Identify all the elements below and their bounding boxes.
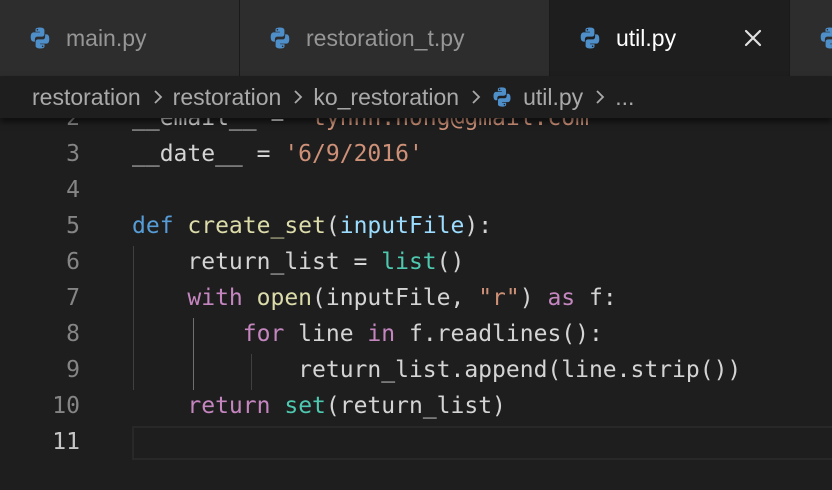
code-line[interactable]: 7 with open(inputFile, "r") as f: bbox=[0, 280, 832, 316]
breadcrumb: restoration restoration ko_restoration u… bbox=[0, 76, 832, 118]
code-token: ) bbox=[519, 285, 548, 311]
code-token: for bbox=[242, 321, 285, 347]
code-token: inputFile bbox=[339, 213, 465, 239]
breadcrumb-item[interactable]: restoration bbox=[173, 84, 282, 111]
code-token: ): bbox=[464, 213, 493, 239]
line-number: 6 bbox=[66, 249, 80, 275]
code-token: "r" bbox=[478, 285, 520, 311]
code-line[interactable]: 8 for line in f.readlines(): bbox=[0, 316, 832, 352]
code-token: open bbox=[256, 285, 313, 311]
python-icon bbox=[818, 26, 832, 50]
line-number: 4 bbox=[66, 177, 80, 203]
code-line[interactable]: 3 __date__ = '6/9/2016' bbox=[0, 136, 832, 172]
code-line[interactable]: 4 bbox=[0, 172, 832, 208]
code-line[interactable]: 5 def create_set(inputFile): bbox=[0, 208, 832, 244]
tab-restoration-t-py[interactable]: restoration_t.py bbox=[240, 0, 550, 76]
tab-overflow[interactable] bbox=[790, 0, 832, 76]
code-line[interactable]: 6 return_list = list() bbox=[0, 244, 832, 280]
code-text: return set(return_list) bbox=[132, 388, 506, 424]
code-line[interactable]: 9 return_list.append(line.strip()) bbox=[0, 352, 832, 388]
tab-label: restoration_t.py bbox=[306, 24, 465, 51]
python-icon bbox=[268, 26, 292, 50]
code-text: __email__ = 'tynhh.hong@gmail.com' bbox=[132, 118, 603, 136]
code-token: with bbox=[187, 285, 257, 311]
code-text: for line in f.readlines(): bbox=[132, 316, 603, 352]
code-text: __date__ = '6/9/2016' bbox=[132, 136, 423, 172]
code-line[interactable]: 2 __email__ = 'tynhh.hong@gmail.com' bbox=[0, 118, 832, 136]
line-number: 2 bbox=[66, 118, 80, 131]
code-token: def bbox=[132, 213, 188, 239]
tab-bar: main.py restoration_t.py util.py bbox=[0, 0, 832, 76]
code-token: __email__ = bbox=[132, 118, 299, 131]
code-editor[interactable]: 2 __email__ = 'tynhh.hong@gmail.com' 3 __da… bbox=[0, 118, 832, 490]
line-number: 9 bbox=[66, 357, 80, 383]
line-number: 8 bbox=[66, 321, 80, 347]
chevron-right-icon bbox=[596, 90, 605, 104]
code-token: in bbox=[367, 321, 396, 347]
breadcrumb-more[interactable]: ... bbox=[615, 84, 634, 111]
breadcrumb-item[interactable]: restoration bbox=[32, 84, 141, 111]
python-icon bbox=[28, 26, 52, 50]
code-token: 'tynhh.hong@gmail.com' bbox=[298, 118, 603, 131]
code-token: return_list.append(line.strip()) bbox=[132, 357, 742, 383]
code-token: line bbox=[284, 321, 368, 347]
line-number: 5 bbox=[66, 213, 80, 239]
line-number: 11 bbox=[52, 429, 80, 455]
breadcrumb-item[interactable]: ko_restoration bbox=[313, 84, 459, 111]
code-token: '6/9/2016' bbox=[284, 141, 423, 167]
python-icon bbox=[491, 86, 513, 108]
chevron-right-icon bbox=[154, 90, 162, 104]
code-text: return_list = list() bbox=[132, 244, 464, 280]
code-line[interactable]: 11 bbox=[0, 424, 832, 460]
code-token: (inputFile, bbox=[312, 285, 479, 311]
code-token: f: bbox=[575, 285, 617, 311]
tab-label: util.py bbox=[616, 24, 677, 51]
code-token: (return_list) bbox=[325, 393, 506, 419]
chevron-right-icon bbox=[294, 90, 303, 104]
code-token: list bbox=[381, 249, 437, 275]
code-token: return bbox=[187, 393, 271, 419]
code-token: as bbox=[547, 285, 576, 311]
tab-label: main.py bbox=[66, 24, 147, 51]
tab-main-py[interactable]: main.py bbox=[0, 0, 240, 76]
code-token: ( bbox=[325, 213, 340, 239]
code-token: () bbox=[436, 249, 465, 275]
close-tab-button[interactable] bbox=[739, 24, 767, 52]
code-token: return_list = bbox=[132, 249, 382, 275]
line-number: 7 bbox=[66, 285, 80, 311]
close-icon bbox=[744, 29, 762, 47]
code-token: __date__ = bbox=[132, 141, 285, 167]
code-token: create_set bbox=[187, 213, 326, 239]
code-text: return_list.append(line.strip()) bbox=[132, 352, 741, 388]
code-text: def create_set(inputFile): bbox=[132, 208, 492, 244]
python-icon bbox=[578, 26, 602, 50]
tab-util-py[interactable]: util.py bbox=[550, 0, 790, 76]
breadcrumb-file-label: util.py bbox=[523, 83, 584, 110]
code-line[interactable]: 10 return set(return_list) bbox=[0, 388, 832, 424]
line-number: 10 bbox=[52, 393, 80, 419]
breadcrumb-file[interactable]: util.py bbox=[491, 84, 583, 111]
code-text: with open(inputFile, "r") as f: bbox=[132, 280, 617, 316]
chevron-right-icon bbox=[472, 90, 481, 104]
code-token: f.readlines(): bbox=[395, 321, 603, 347]
code-token: set bbox=[284, 393, 326, 419]
line-number: 3 bbox=[66, 141, 80, 167]
